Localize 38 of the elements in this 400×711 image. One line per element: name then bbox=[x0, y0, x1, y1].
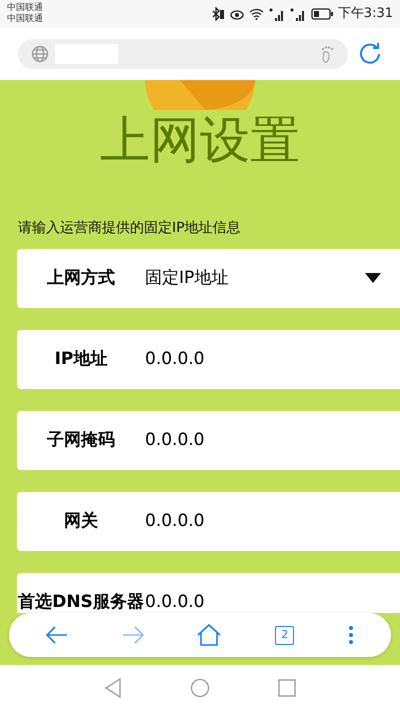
more-icon[interactable] bbox=[348, 625, 354, 645]
footprint-icon bbox=[319, 44, 335, 64]
nav-home-icon[interactable] bbox=[190, 678, 210, 698]
field-value: 0.0.0.0 bbox=[145, 511, 204, 531]
field-label: 首选DNS服务器 bbox=[17, 592, 145, 612]
field-value: 固定IP地址 bbox=[145, 268, 228, 288]
dropdown-icon bbox=[365, 273, 381, 283]
battery-icon bbox=[310, 8, 333, 20]
form-row[interactable]: IP地址 0.0.0.0 bbox=[17, 330, 400, 389]
form-row[interactable]: 网关 0.0.0.0 bbox=[17, 492, 400, 551]
signal-icon bbox=[268, 8, 285, 20]
carrier-name: 中国联通 bbox=[7, 3, 43, 14]
signal-icon bbox=[290, 8, 306, 20]
field-value: 0.0.0.0 bbox=[145, 349, 204, 369]
bluetooth-icon bbox=[210, 7, 225, 21]
clock-time: 下午3:31 bbox=[338, 5, 393, 24]
nav-recents-icon[interactable] bbox=[278, 679, 296, 697]
back-arrow-icon[interactable] bbox=[46, 626, 68, 644]
eye-icon bbox=[230, 8, 244, 20]
field-value: 0.0.0.0 bbox=[145, 430, 204, 450]
globe-icon bbox=[31, 45, 49, 63]
forward-arrow-icon[interactable] bbox=[122, 626, 144, 644]
form-row[interactable]: 子网掩码 0.0.0.0 bbox=[17, 411, 400, 470]
field-label: 网关 bbox=[63, 511, 99, 531]
page-title: 上网设置 bbox=[100, 112, 300, 168]
instruction-text: 请输入运营商提供的固定IP地址信息 bbox=[18, 219, 242, 238]
wifi-icon bbox=[248, 8, 264, 20]
carrier-name: 中国联通 bbox=[7, 14, 43, 25]
form-row[interactable]: 首选DNS服务器0.0.0.0 bbox=[17, 573, 400, 613]
field-value: 0.0.0.0 bbox=[145, 592, 204, 612]
field-label: 子网掩码 bbox=[46, 430, 116, 450]
home-icon[interactable] bbox=[197, 624, 222, 646]
field-label: 上网方式 bbox=[46, 268, 116, 288]
field-label: IP地址 bbox=[54, 349, 108, 369]
tab-count-button[interactable]: 2 bbox=[275, 626, 294, 644]
refresh-icon[interactable] bbox=[358, 42, 382, 66]
nav-back-icon[interactable] bbox=[104, 678, 122, 698]
form-row[interactable]: 上网方式 固定IP地址 bbox=[17, 249, 400, 308]
